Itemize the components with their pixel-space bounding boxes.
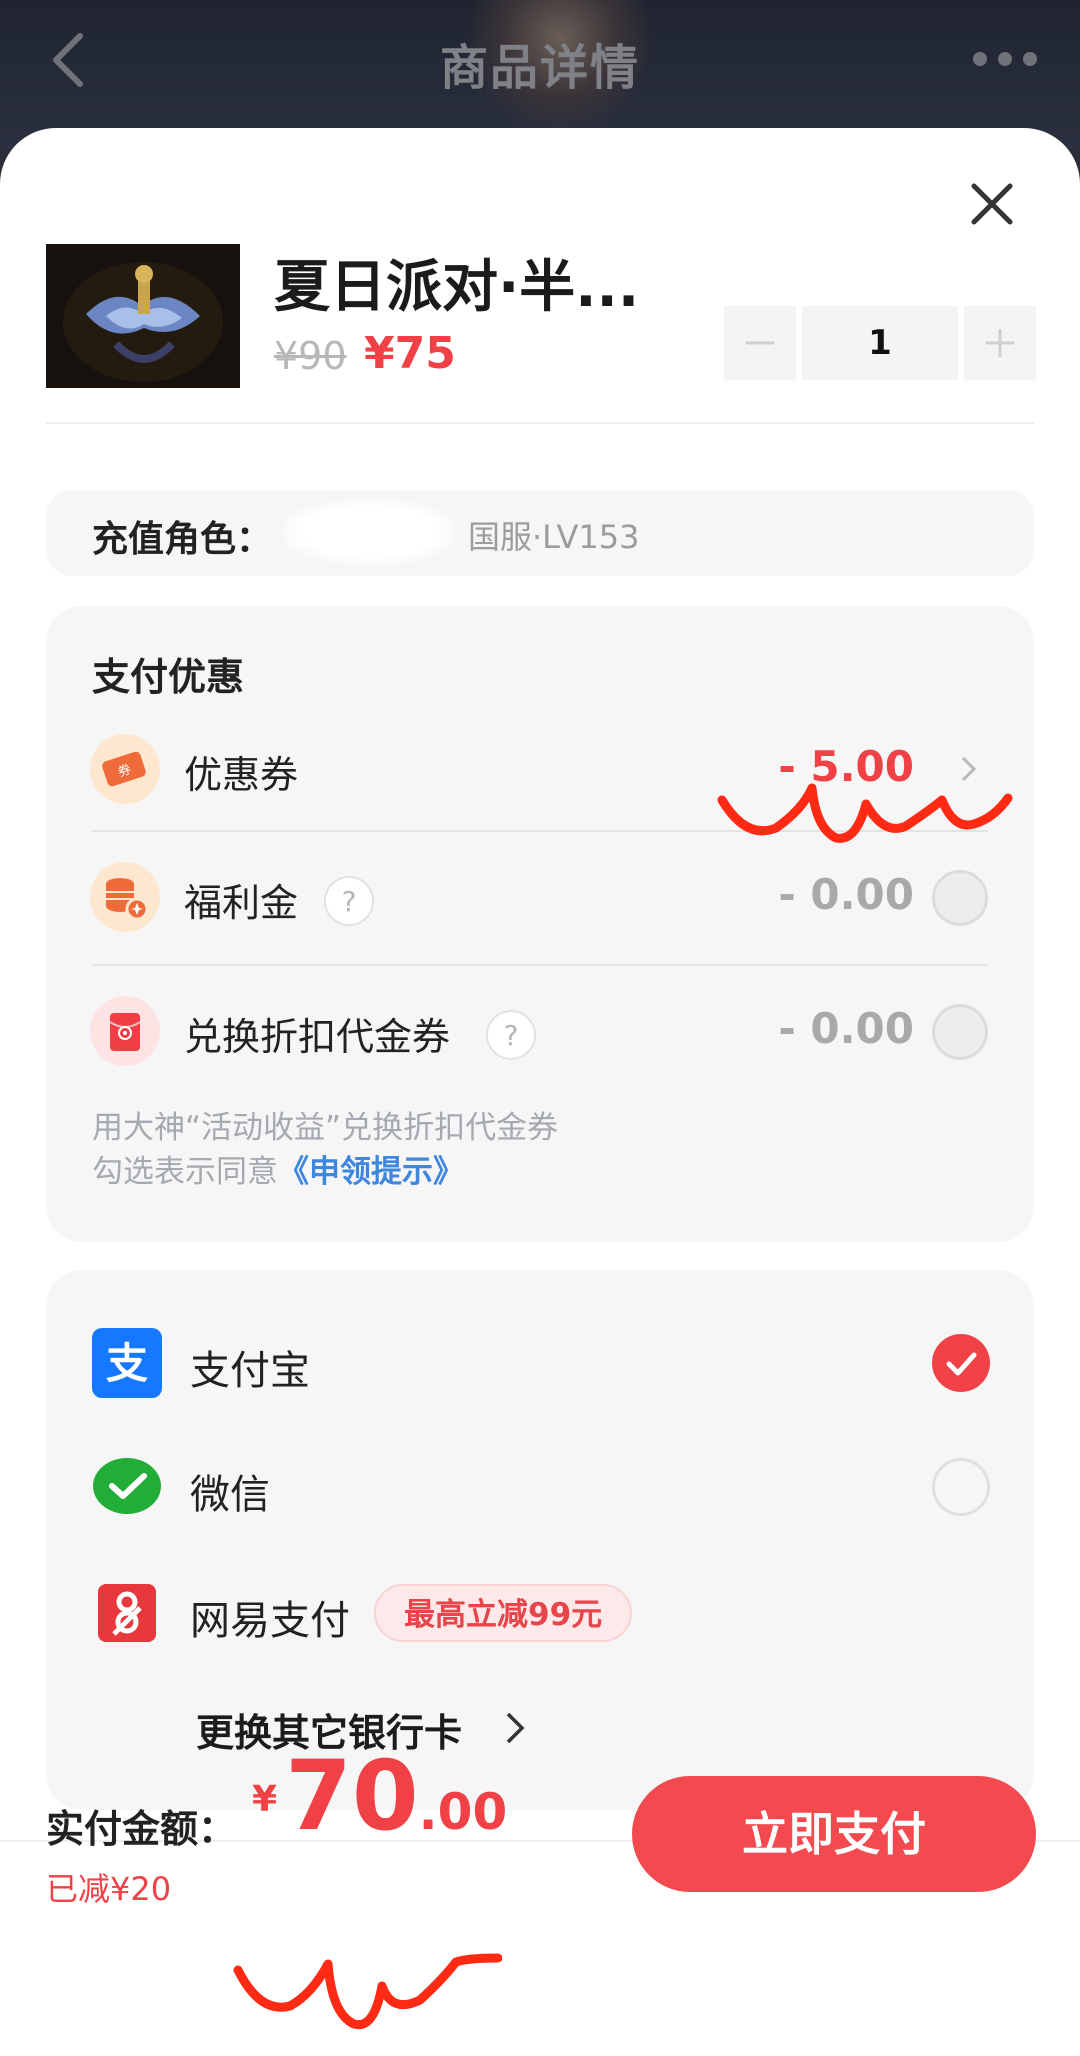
coupon-label: 优惠券 [184,753,299,797]
voucher-label: 兑换折扣代金券 [184,1015,451,1059]
amount-integer: 70 [285,1740,419,1852]
decrease-quantity-button[interactable] [724,306,796,380]
wechat-radio[interactable] [932,1458,990,1516]
welfare-row[interactable]: 福利金 ? - 0.00 [46,852,1034,942]
payment-discount-section: 支付优惠 券 优惠券 - 5.00 福利金 ? - 0.00 兑换折扣代金券 ?… [46,606,1034,1242]
original-price: ¥90 [274,334,347,378]
payment-option-netease[interactable]: 网易支付 最高立减99元 [46,1568,1034,1658]
voucher-note: 用大神“活动收益”兑换折扣代金券 [92,1110,559,1146]
voucher-radio[interactable] [932,1004,988,1060]
divider [92,830,988,832]
section-title: 支付优惠 [92,655,245,699]
role-label: 充值角色： [92,519,273,560]
coin-stack-icon [90,862,160,932]
promo-badge: 最高立减99元 [374,1584,633,1642]
red-envelope-icon [90,996,160,1066]
divider [46,422,1034,424]
product-image [46,244,240,388]
welfare-radio[interactable] [932,870,988,926]
alipay-icon: 支 [92,1328,162,1398]
svg-text:?: ? [342,885,357,918]
saved-amount: 已减¥20 [46,1870,172,1908]
role-server: 国服·LV153 [468,518,640,556]
agreement-prefix: 勾选表示同意 [92,1154,278,1190]
currency-symbol: ¥ [252,1779,278,1820]
payment-option-alipay[interactable]: 支 支付宝 [46,1318,1034,1408]
recharge-role-box[interactable]: 充值角色： 国服·LV153 [46,490,1034,576]
netease-label: 网易支付 [190,1598,350,1644]
divider [92,964,988,966]
more-dots-icon[interactable] [970,48,1040,70]
welfare-label: 福利金 [184,881,299,925]
welfare-amount: - 0.00 [778,870,914,919]
page-title: 商品详情 [439,40,640,96]
sale-price: ¥75 [364,328,456,379]
svg-text:支: 支 [106,1339,148,1388]
svg-text:?: ? [504,1019,519,1052]
amount-decimal: .00 [418,1783,508,1841]
claim-notice-link[interactable]: 《申领提示》 [278,1154,464,1190]
help-icon[interactable]: ? [322,874,376,928]
voucher-row[interactable]: 兑换折扣代金券 ? - 0.00 [46,986,1034,1076]
wechat-pay-icon [93,1458,161,1514]
help-icon[interactable]: ? [484,1008,538,1062]
payment-method-section: 支 支付宝 微信 网易支付 最高立减99元 更换其它银行卡 [46,1270,1034,1810]
alipay-label: 支付宝 [190,1348,310,1394]
coupon-row[interactable]: 券 优惠券 - 5.00 [46,724,1034,814]
increase-quantity-button[interactable] [964,306,1036,380]
voucher-agreement-note: 勾选表示同意《申领提示》 [92,1146,464,1191]
quantity-value[interactable]: 1 [802,306,958,380]
coupon-amount: - 5.00 [778,742,914,791]
checkmark-icon [946,1352,977,1376]
payment-option-wechat[interactable]: 微信 [46,1442,1034,1532]
voucher-amount: - 0.00 [778,1004,914,1053]
payment-sheet: 夏日派对·半... ¥90 ¥75 1 充值角色： 国服·LV153 支付优惠 … [0,128,1080,2056]
quantity-stepper: 1 [724,306,1036,380]
screen: 商品详情 夏日派对·半... ¥90 ¥75 1 充值角色： 国服·LV153 … [0,0,1080,2056]
plus-icon [986,329,1014,357]
product-thumbnail [46,244,240,388]
pay-now-button[interactable]: 立即支付 [632,1776,1036,1892]
chevron-right-icon [961,756,977,782]
minus-icon [746,341,774,345]
total-label: 实付金额： [46,1807,237,1851]
alipay-radio-selected[interactable] [932,1334,990,1392]
close-icon[interactable] [964,176,1020,232]
total-amount: ¥70.00 [252,1740,507,1852]
coupon-ticket-icon: 券 [90,734,160,804]
wechat-label: 微信 [190,1472,270,1518]
role-name-redacted [284,500,454,564]
netease-pay-icon [98,1584,156,1642]
chevron-right-icon [506,1712,525,1744]
product-name: 夏日派对·半... [274,255,640,320]
